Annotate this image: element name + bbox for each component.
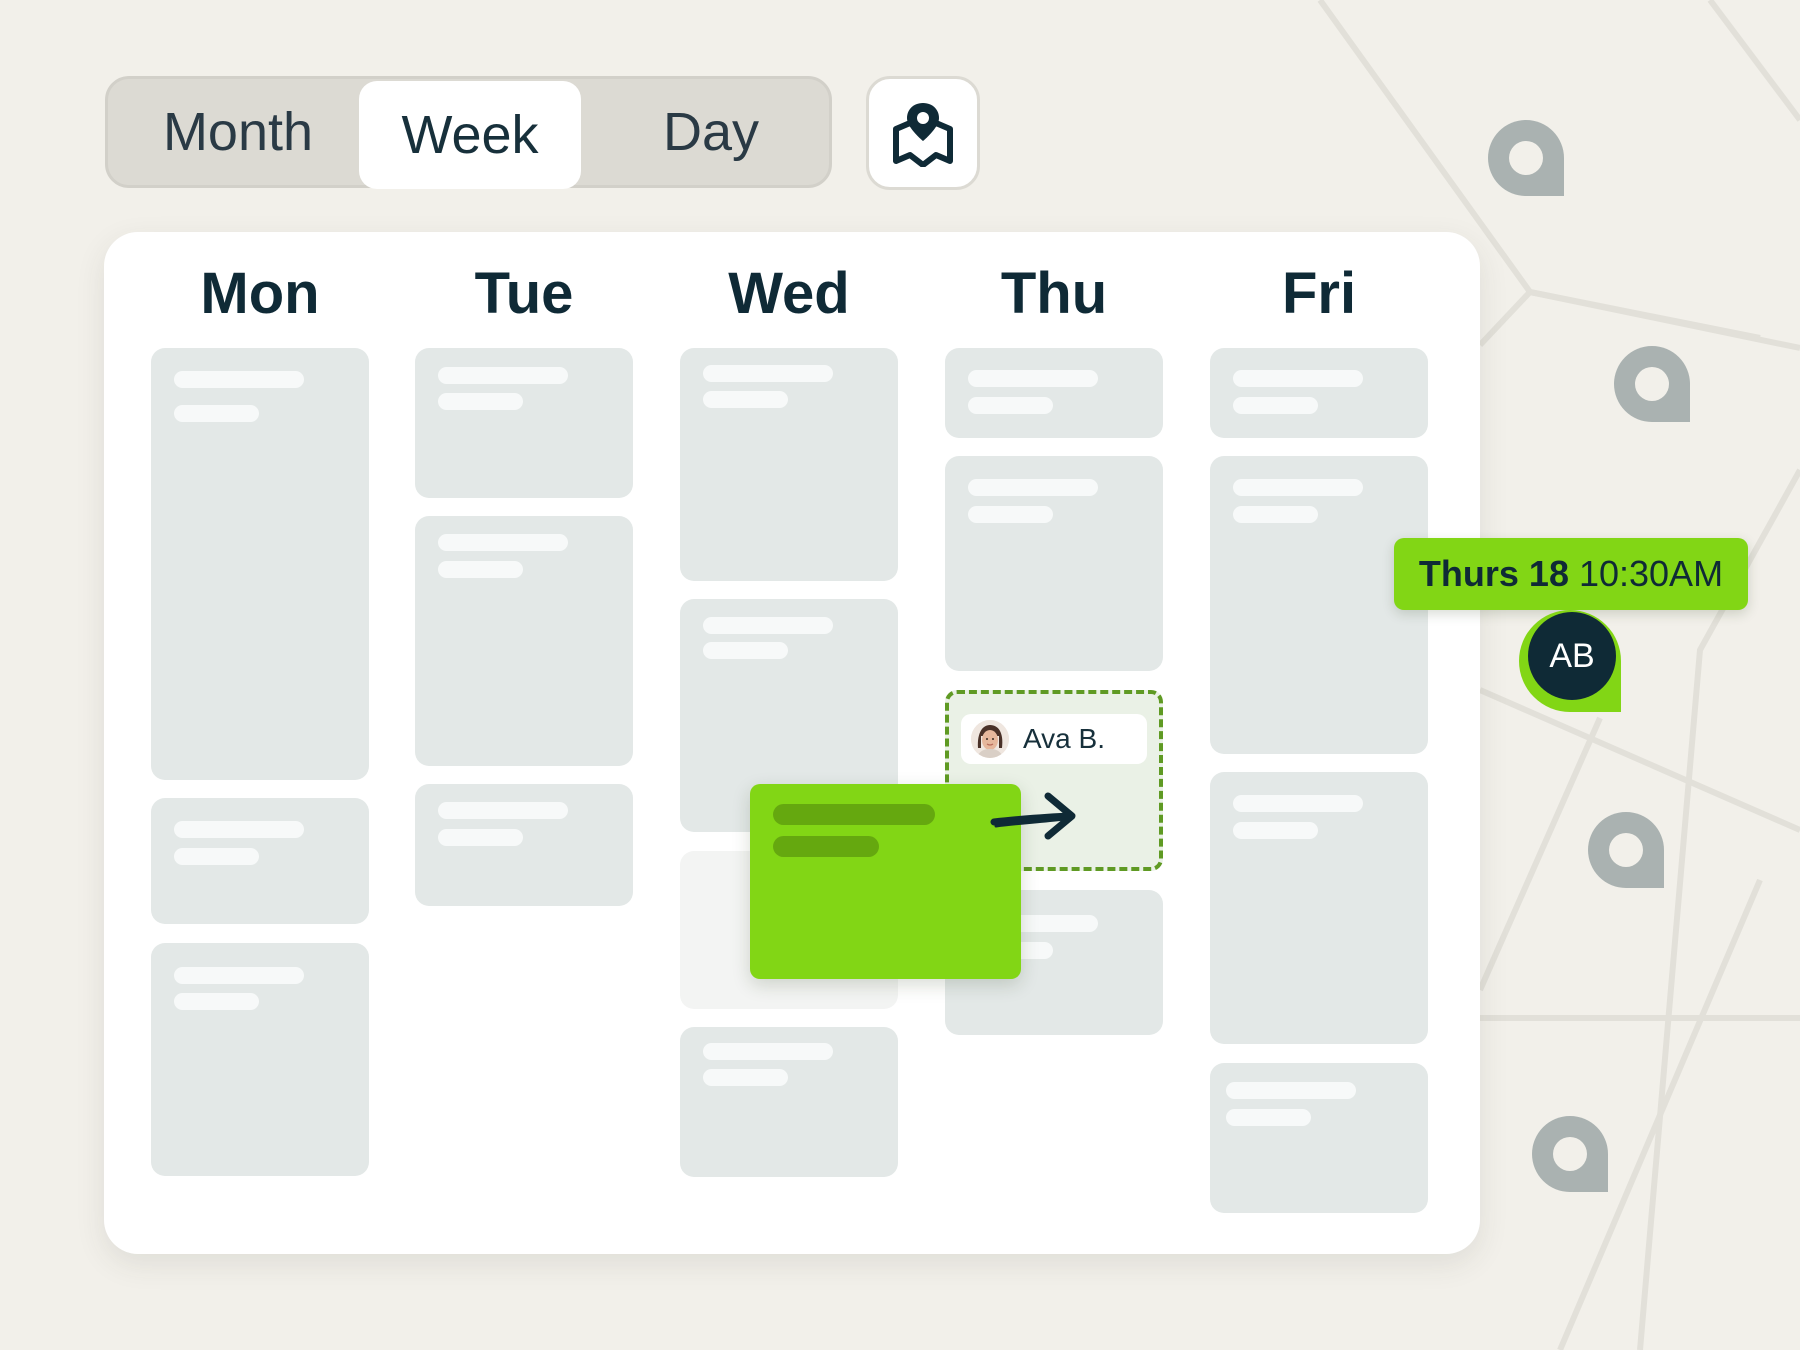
arrow-right-icon — [990, 792, 1076, 840]
technician-avatar[interactable]: AB — [1528, 612, 1616, 700]
day-header-thu: Thu — [1000, 261, 1108, 326]
map-pin-icon — [1588, 812, 1664, 888]
appointment-slot[interactable] — [1210, 348, 1428, 438]
view-switcher: Month Week Day — [105, 76, 834, 189]
map-pin-icon — [1488, 120, 1564, 196]
appointment-slot[interactable] — [415, 516, 633, 766]
map-pin-icon — [1532, 1116, 1608, 1192]
appointment-slot[interactable] — [1210, 1063, 1428, 1213]
appointment-slot[interactable] — [945, 348, 1163, 438]
map-pin-icon — [893, 103, 953, 167]
assignee-name: Ava B. — [1023, 723, 1105, 754]
tab-month[interactable]: Month — [133, 79, 343, 185]
appointment-time-tag: Thurs 18 10:30AM — [1394, 538, 1748, 610]
appointment-time: 10:30AM — [1578, 553, 1724, 594]
map-view-button[interactable] — [866, 76, 980, 190]
assignee-chip: Ava B. — [961, 714, 1147, 764]
day-header-fri: Fri — [1281, 261, 1357, 326]
appointment-slot[interactable] — [680, 348, 898, 581]
dragged-appointment-card[interactable] — [750, 784, 1021, 979]
appointment-slot[interactable] — [415, 784, 633, 906]
assignee-photo — [971, 720, 1009, 758]
appointment-slot[interactable] — [680, 1027, 898, 1177]
map-pin-icon — [1614, 346, 1690, 422]
tab-day[interactable]: Day — [588, 79, 834, 185]
appointment-slot[interactable] — [151, 943, 369, 1176]
appointment-slot[interactable] — [1210, 772, 1428, 1044]
appointment-day: Thurs 18 — [1418, 553, 1569, 594]
appointment-slot[interactable] — [415, 348, 633, 498]
day-header-wed: Wed — [728, 261, 850, 326]
day-header-mon: Mon — [200, 261, 320, 326]
appointment-slot[interactable] — [151, 348, 369, 780]
appointment-slot[interactable] — [945, 456, 1163, 671]
tab-week[interactable]: Week — [359, 81, 581, 189]
appointment-slot[interactable] — [151, 798, 369, 924]
day-header-tue: Tue — [474, 261, 574, 326]
